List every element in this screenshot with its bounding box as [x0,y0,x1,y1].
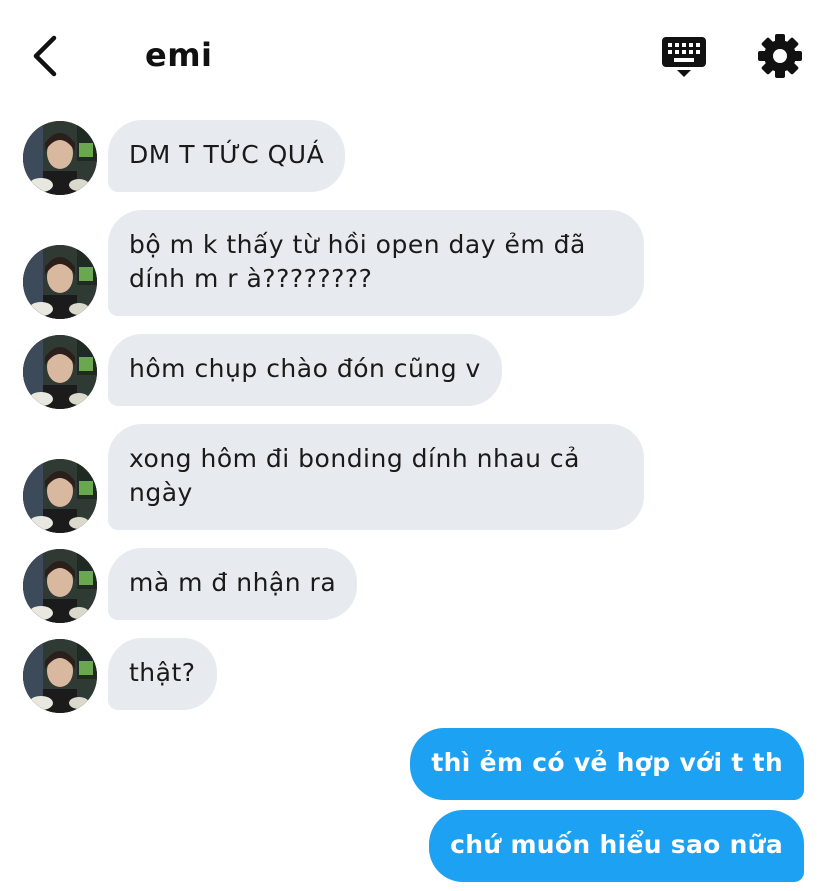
message-bubble-outgoing[interactable]: thì ẻm có vẻ hợp với t th [410,728,804,800]
chat-screen: emi DM T TỨC QUÁ bộ m k thấy từ hồi open… [0,0,828,891]
avatar[interactable] [23,121,97,195]
avatar[interactable] [23,549,97,623]
avatar[interactable] [23,245,97,319]
message-text: hôm chụp chào đón cũng v [129,354,481,383]
message-text: thật? [129,658,196,687]
message-text: xong hôm đi bonding dính nhau cả ngày [129,444,580,507]
message-bubble-outgoing[interactable]: chứ muốn hiểu sao nữa [429,810,804,882]
avatar[interactable] [23,335,97,409]
avatar[interactable] [23,459,97,533]
message-bubble-incoming[interactable]: xong hôm đi bonding dính nhau cả ngày [108,424,644,530]
message-text: mà m đ nhận ra [129,568,337,597]
message-text: bộ m k thấy từ hồi open day ẻm đã dính m… [129,230,586,293]
message-bubble-incoming[interactable]: mà m đ nhận ra [108,548,358,620]
conversation-title[interactable]: emi [145,36,213,74]
chat-header: emi [0,0,828,110]
message-bubble-incoming[interactable]: thật? [108,638,217,710]
keyboard-icon[interactable] [660,35,708,79]
message-bubble-incoming[interactable]: bộ m k thấy từ hồi open day ẻm đã dính m… [108,210,644,316]
message-bubble-incoming[interactable]: DM T TỨC QUÁ [108,120,346,192]
message-text: DM T TỨC QUÁ [129,140,325,169]
chevron-left-icon[interactable] [24,32,68,80]
message-bubble-incoming[interactable]: hôm chụp chào đón cũng v [108,334,502,406]
message-text: chứ muốn hiểu sao nữa [450,830,783,859]
message-text: thì ẻm có vẻ hợp với t th [431,748,783,777]
gear-icon[interactable] [757,33,803,79]
avatar[interactable] [23,639,97,713]
